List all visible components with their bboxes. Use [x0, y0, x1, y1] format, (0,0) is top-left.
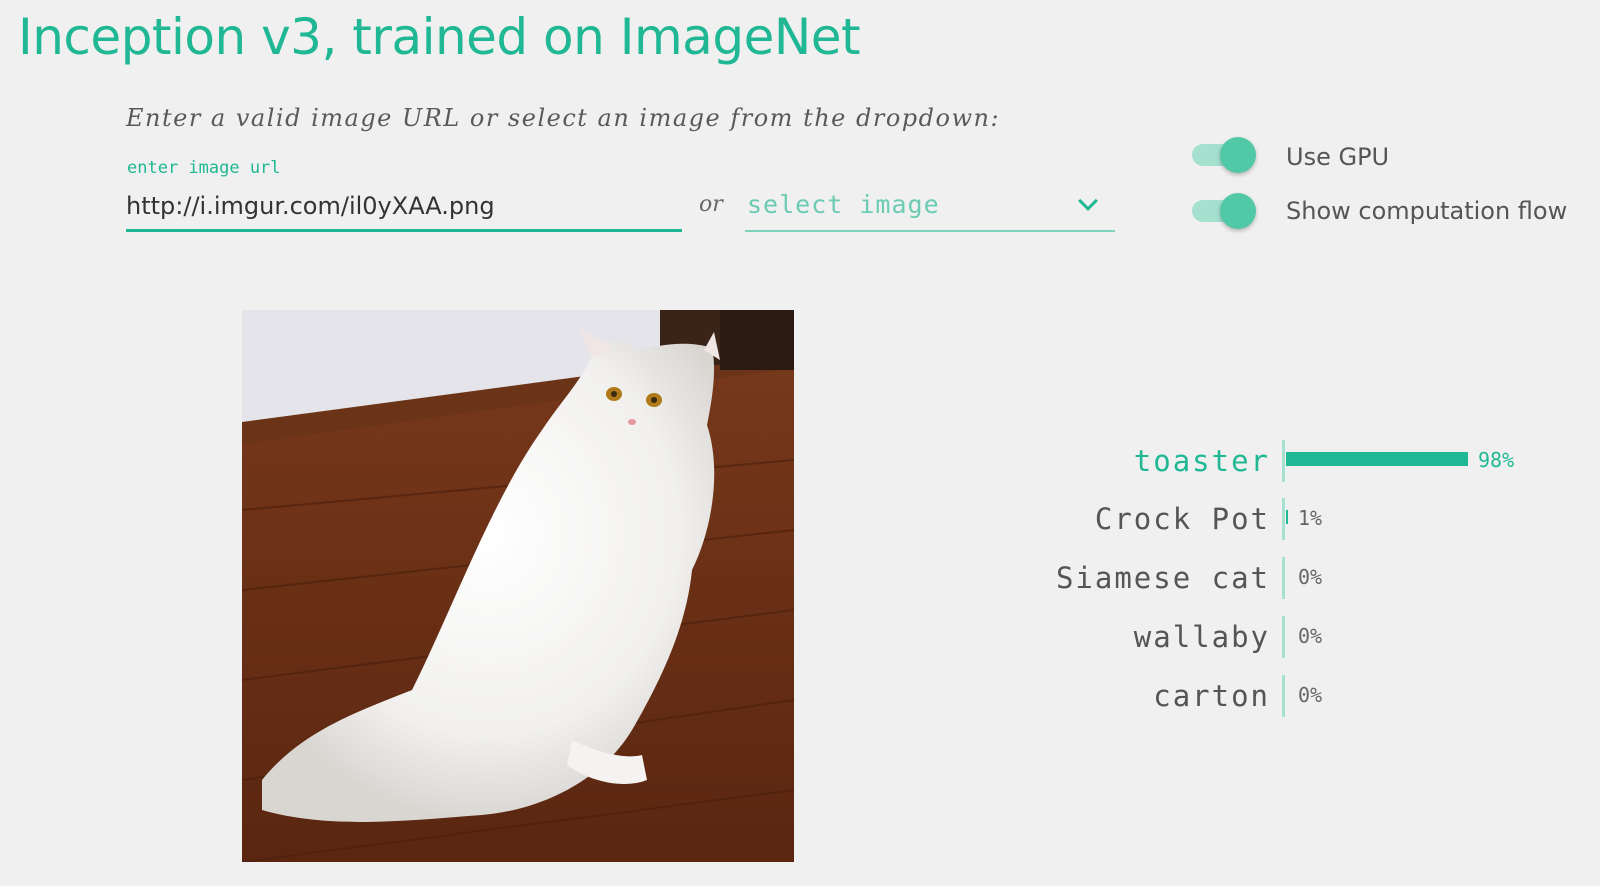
- prediction-label: carton: [1153, 679, 1270, 713]
- chevron-down-icon: [1078, 191, 1098, 211]
- or-text: or: [699, 192, 723, 217]
- show-computation-flow-toggle[interactable]: [1190, 193, 1260, 229]
- prediction-percent: 1%: [1298, 506, 1323, 530]
- prediction-label: wallaby: [1133, 620, 1270, 654]
- input-image: [242, 310, 794, 862]
- prediction-percent: 98%: [1478, 448, 1515, 472]
- prediction-label: Siamese cat: [1055, 561, 1270, 595]
- image-select-dropdown[interactable]: select image: [745, 186, 1115, 232]
- prediction-axis: [1282, 675, 1285, 717]
- image-url-input[interactable]: [126, 182, 682, 232]
- prediction-bar: [1286, 510, 1288, 524]
- show-computation-flow-label: Show computation flow: [1286, 197, 1568, 225]
- prediction-axis: [1282, 616, 1285, 658]
- prediction-axis: [1282, 498, 1285, 540]
- instructions-text: Enter a valid image URL or select an ima…: [126, 104, 1001, 132]
- use-gpu-toggle[interactable]: [1190, 137, 1260, 173]
- prediction-percent: 0%: [1298, 565, 1323, 589]
- prediction-axis: [1282, 557, 1285, 599]
- url-input-label: enter image url: [127, 158, 281, 178]
- prediction-label: Crock Pot: [1094, 502, 1270, 536]
- prediction-percent: 0%: [1298, 624, 1323, 648]
- prediction-bar: [1286, 452, 1468, 466]
- prediction-row: Siamese cat 0%: [1000, 557, 1560, 603]
- toggle-knob: [1220, 193, 1256, 229]
- prediction-axis: [1282, 440, 1285, 482]
- toggle-knob: [1220, 137, 1256, 173]
- prediction-row: Crock Pot 1%: [1000, 498, 1560, 544]
- use-gpu-label: Use GPU: [1286, 143, 1390, 171]
- prediction-row: carton 0%: [1000, 675, 1560, 721]
- prediction-row: toaster 98%: [1000, 440, 1560, 486]
- page-title: Inception v3, trained on ImageNet: [18, 8, 861, 66]
- prediction-row: wallaby 0%: [1000, 616, 1560, 662]
- cat-photo: [242, 310, 794, 862]
- prediction-percent: 0%: [1298, 683, 1323, 707]
- prediction-label: toaster: [1133, 444, 1270, 478]
- select-placeholder: select image: [747, 190, 940, 219]
